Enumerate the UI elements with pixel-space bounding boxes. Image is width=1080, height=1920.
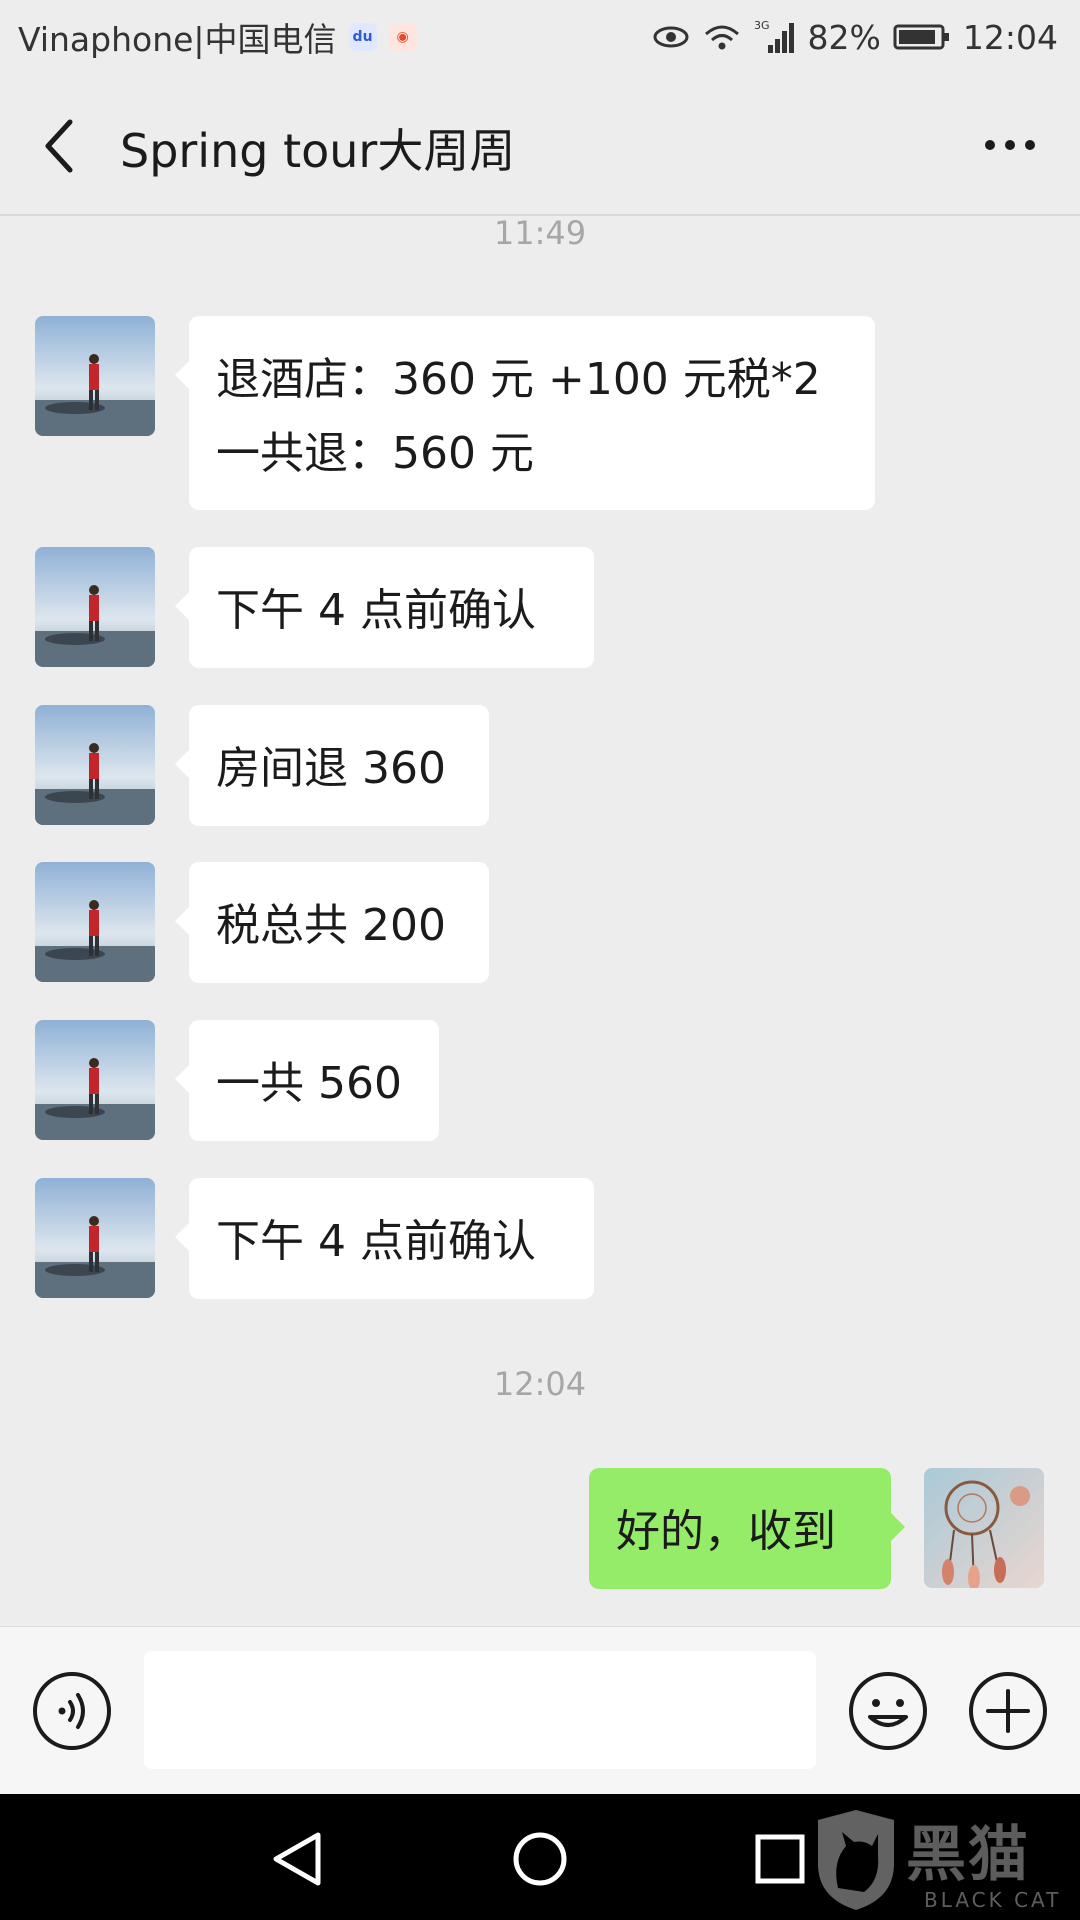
chevron-left-icon bbox=[45, 119, 73, 173]
wifi-icon bbox=[702, 22, 742, 52]
incoming-bubble[interactable]: 税总共 200 bbox=[175, 862, 489, 983]
plus-icon bbox=[969, 1672, 1047, 1750]
contact-avatar[interactable] bbox=[35, 547, 155, 667]
input-bar bbox=[0, 1626, 1080, 1795]
message-text: 一共退：560 元 bbox=[216, 428, 534, 479]
emoji-button[interactable] bbox=[848, 1671, 928, 1751]
plus-button[interactable] bbox=[968, 1671, 1048, 1751]
contact-avatar[interactable] bbox=[35, 1020, 155, 1140]
incoming-bubble[interactable]: 下午 4 点前确认 bbox=[175, 547, 594, 668]
more-button[interactable] bbox=[980, 130, 1040, 160]
contact-avatar[interactable] bbox=[35, 705, 155, 825]
nav-back-button[interactable] bbox=[268, 1829, 328, 1889]
nav-recent-button[interactable] bbox=[750, 1829, 810, 1889]
emoji-icon bbox=[849, 1672, 927, 1750]
eye-icon bbox=[652, 24, 690, 50]
back-triangle-icon bbox=[273, 1832, 321, 1886]
incoming-bubble[interactable]: 房间退 360 bbox=[175, 705, 489, 826]
contact-avatar[interactable] bbox=[35, 862, 155, 982]
time-label: 11:49 bbox=[493, 214, 587, 252]
voice-button[interactable] bbox=[32, 1671, 112, 1751]
recent-square-icon bbox=[755, 1834, 805, 1884]
watermark-subtext: BLACK CAT bbox=[924, 1888, 1062, 1912]
message-text: 房间退 360 bbox=[216, 743, 446, 794]
incoming-bubble[interactable]: 一共 560 bbox=[175, 1020, 439, 1141]
message-text: 下午 4 点前确认 bbox=[216, 1216, 536, 1267]
incoming-bubble[interactable]: 退酒店：360 元 +100 元税*2 一共退：560 元 bbox=[175, 316, 875, 510]
message-text: 好的，收到 bbox=[616, 1506, 836, 1557]
weibo-icon: ◉ bbox=[388, 23, 417, 51]
message-text: 税总共 200 bbox=[216, 900, 446, 951]
signal-icon: 3G bbox=[754, 19, 796, 55]
contact-avatar[interactable] bbox=[35, 1178, 155, 1298]
home-circle-icon bbox=[513, 1832, 567, 1886]
incoming-bubble[interactable]: 下午 4 点前确认 bbox=[175, 1178, 594, 1299]
status-left: Vinaphone|中国电信 du ◉ bbox=[18, 13, 417, 61]
time-label: 12:04 bbox=[493, 1365, 587, 1403]
more-dots-icon bbox=[985, 140, 1035, 150]
message-text: 退酒店：360 元 +100 元税*2 bbox=[216, 354, 821, 405]
baidu-icon: du bbox=[348, 23, 377, 51]
back-button[interactable] bbox=[40, 118, 80, 174]
status-bar: Vinaphone|中国电信 du ◉ 3G 82% 12:04 bbox=[0, 0, 1080, 74]
blackcat-watermark: 黑猫 BLACK CAT bbox=[808, 1800, 1080, 1920]
battery-icon bbox=[893, 23, 951, 51]
status-right: 3G 82% 12:04 bbox=[652, 18, 1058, 57]
message-input[interactable] bbox=[144, 1651, 816, 1769]
svg-text:3G: 3G bbox=[754, 19, 770, 32]
outgoing-bubble[interactable]: 好的，收到 bbox=[589, 1468, 905, 1589]
message-text: 一共 560 bbox=[216, 1058, 402, 1109]
title-bar: Spring tour大周周 bbox=[0, 74, 1080, 216]
cat-logo-icon bbox=[818, 1810, 894, 1910]
nav-home-button[interactable] bbox=[510, 1829, 570, 1889]
voice-icon bbox=[33, 1672, 111, 1750]
battery-percent: 82% bbox=[807, 17, 881, 57]
watermark-text: 黑猫 bbox=[906, 1820, 1030, 1890]
my-avatar[interactable] bbox=[924, 1468, 1044, 1588]
contact-avatar[interactable] bbox=[35, 316, 155, 436]
chat-screen: Vinaphone|中国电信 du ◉ 3G 82% 12:04 Spring … bbox=[0, 0, 1080, 1920]
chat-title: Spring tour大周周 bbox=[120, 124, 516, 178]
message-text: 下午 4 点前确认 bbox=[216, 585, 536, 636]
status-time: 12:04 bbox=[962, 17, 1058, 57]
carrier-label: Vinaphone|中国电信 bbox=[18, 20, 337, 59]
